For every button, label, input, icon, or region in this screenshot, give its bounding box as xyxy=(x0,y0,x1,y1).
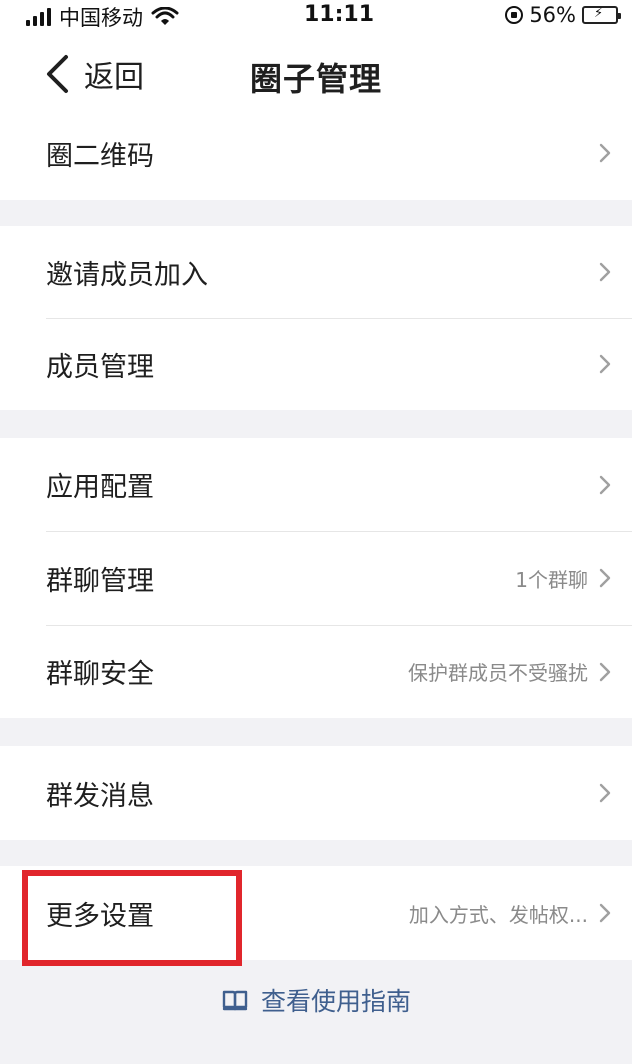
row-group-chat-security[interactable]: 群聊安全 保护群成员不受骚扰 xyxy=(0,625,632,718)
chevron-right-icon xyxy=(599,262,611,282)
chevron-right-icon xyxy=(599,475,611,494)
rotation-lock-icon xyxy=(505,6,524,24)
row-app-config[interactable]: 应用配置 xyxy=(0,438,632,531)
status-time: 11:11 xyxy=(304,2,375,27)
carrier-name: 中国移动 xyxy=(59,6,143,30)
status-bar: 中国移动 11:11 56% ⚡ xyxy=(0,0,632,34)
settings-group-3: 应用配置 群聊管理 1个群聊 群聊安全 保护群成员不受骚扰 xyxy=(0,438,632,718)
battery-icon: ⚡ xyxy=(582,6,621,24)
wifi-icon xyxy=(151,7,179,25)
row-group-chat-management[interactable]: 群聊管理 1个群聊 xyxy=(0,531,632,625)
row-label: 群发消息 xyxy=(46,780,154,812)
chevron-right-icon xyxy=(599,568,611,588)
row-label: 圈二维码 xyxy=(46,140,154,172)
settings-group-4: 群发消息 xyxy=(0,746,632,840)
row-label: 邀请成员加入 xyxy=(46,259,208,291)
usage-guide-link[interactable]: 查看使用指南 xyxy=(0,982,632,1018)
settings-group-2: 邀请成员加入 成员管理 xyxy=(0,226,632,410)
row-value: 加入方式、发帖权... xyxy=(408,902,588,927)
row-invite-members[interactable]: 邀请成员加入 xyxy=(0,226,632,318)
page-title: 圈子管理 xyxy=(249,60,382,98)
row-value: 1个群聊 xyxy=(515,567,588,592)
book-icon xyxy=(222,990,248,1011)
row-label: 成员管理 xyxy=(46,351,154,383)
row-label: 群聊管理 xyxy=(46,565,154,597)
settings-group-5: 更多设置 加入方式、发帖权... xyxy=(0,866,632,960)
chevron-right-icon xyxy=(599,903,611,923)
row-label: 应用配置 xyxy=(46,472,154,503)
screen: 中国移动 11:11 56% ⚡ 返回 圈子管理 圈二维码 邀请成员加入 成员管… xyxy=(0,0,632,1064)
settings-group-1: 圈二维码 xyxy=(0,106,632,200)
chevron-right-icon xyxy=(599,354,611,374)
signal-icon xyxy=(26,8,51,26)
row-value: 保护群成员不受骚扰 xyxy=(408,661,588,685)
row-broadcast-message[interactable]: 群发消息 xyxy=(0,746,632,840)
row-label: 群聊安全 xyxy=(46,659,154,690)
charging-bolt-icon: ⚡ xyxy=(594,6,604,21)
usage-guide-label: 查看使用指南 xyxy=(260,987,411,1016)
row-qr-code[interactable]: 圈二维码 xyxy=(0,106,632,200)
chevron-right-icon xyxy=(599,662,611,681)
battery-percent: 56% xyxy=(529,3,576,27)
row-more-settings[interactable]: 更多设置 加入方式、发帖权... xyxy=(0,866,632,960)
status-left: 中国移动 xyxy=(26,2,179,32)
row-label: 更多设置 xyxy=(46,900,154,932)
chevron-right-icon xyxy=(599,783,611,803)
status-right: 56% ⚡ xyxy=(505,3,621,27)
chevron-right-icon xyxy=(599,143,611,163)
row-member-management[interactable]: 成员管理 xyxy=(0,318,632,410)
